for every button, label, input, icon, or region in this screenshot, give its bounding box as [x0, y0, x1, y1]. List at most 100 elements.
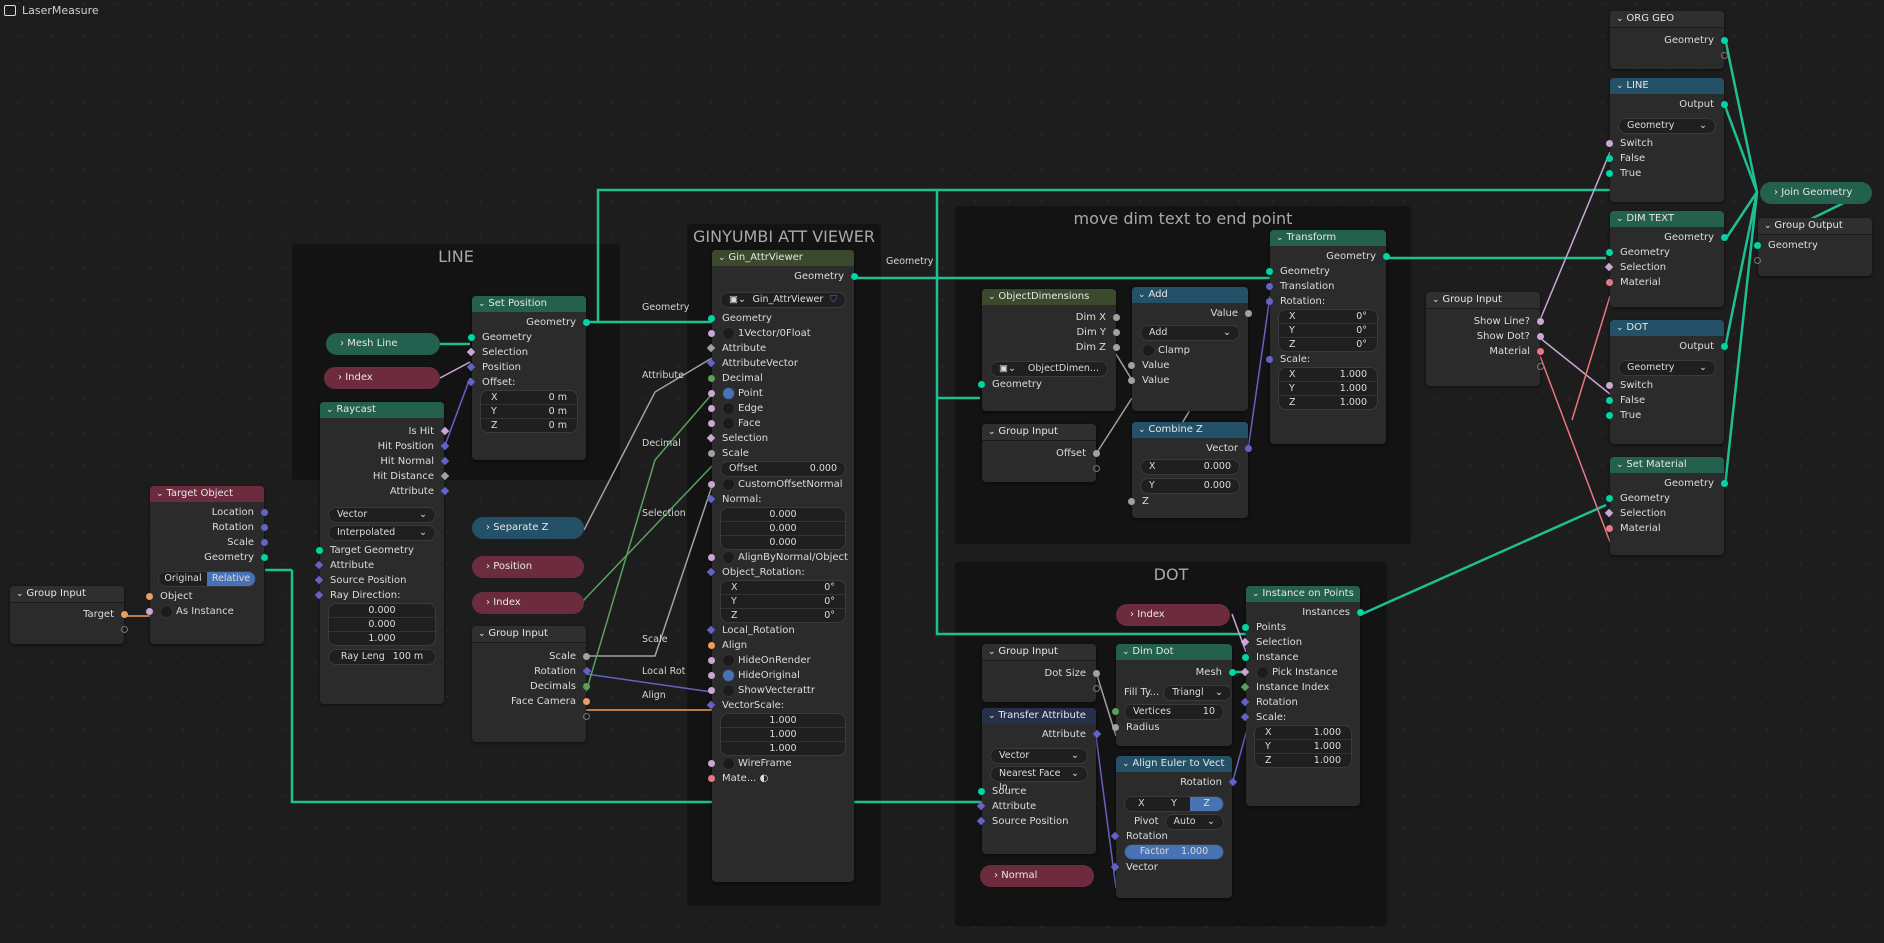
data-type-dropdown[interactable]: Vector — [990, 748, 1088, 764]
socket-face[interactable]: Face — [708, 416, 854, 431]
node-index[interactable]: Index — [472, 592, 584, 614]
operation-dropdown[interactable]: Add — [1140, 325, 1240, 341]
node-target-object[interactable]: Target Object Location Rotation Scale Ge… — [146, 486, 268, 644]
material-ball-icon[interactable]: ◐ — [760, 773, 769, 784]
vertices-field[interactable]: Vertices 10 — [1112, 704, 1224, 720]
node-header: ObjectDimensions — [982, 289, 1116, 305]
transform-space-toggle[interactable]: Original Relative — [158, 571, 256, 587]
node-join-geometry[interactable]: Join Geometry — [1760, 182, 1872, 204]
axis-y[interactable]: Y — [1157, 797, 1191, 811]
object-rotation-field[interactable]: X 0° Y 0° Z 0° — [720, 580, 846, 623]
as-instance-checkbox[interactable] — [160, 604, 173, 618]
socket-show-vecattr[interactable]: ShowVecterattr — [708, 683, 854, 698]
socket-custom-offset[interactable]: CustomOffsetNormal — [708, 477, 854, 492]
socket-as-instance[interactable]: As Instance — [146, 604, 264, 619]
hide-original-checkbox[interactable] — [722, 668, 735, 682]
fake-user-shield-icon[interactable]: ⛉ — [830, 293, 837, 307]
group-selector[interactable]: ▣⌄ Gin_AttrViewer ⛉ — [720, 292, 846, 308]
socket-hide-on-render[interactable]: HideOnRender — [708, 653, 854, 668]
node-set-material[interactable]: Set Material Geometry Geometry Selection… — [1604, 457, 1728, 555]
socket-material: Material — [1426, 344, 1544, 359]
node-org-geo[interactable]: ORG GEO Geometry — [1610, 11, 1728, 69]
socket-show-dot: Show Dot? — [1426, 329, 1544, 344]
factor-field[interactable]: Factor 1.000 — [1124, 844, 1224, 860]
socket-scale: Scale — [150, 535, 268, 550]
frame-viewer-label: GINYUMBI ATT VIEWER — [692, 227, 876, 246]
clamp-checkbox[interactable]: Clamp — [1132, 343, 1248, 358]
socket-is-hit: Is Hit — [320, 424, 450, 439]
socket-wireframe[interactable]: WireFrame — [708, 756, 854, 771]
axis-z[interactable]: Z — [1190, 797, 1223, 811]
node-group-input-dot[interactable]: Group Input Dot Size — [982, 644, 1100, 702]
socket-material: Material — [1606, 521, 1724, 536]
node-group-input-offset[interactable]: Group Input Offset — [982, 424, 1100, 482]
ray-direction-field[interactable]: 0.000 0.000 1.000 — [328, 603, 436, 646]
node-position[interactable]: Position — [472, 556, 584, 578]
node-gin-attr-viewer[interactable]: Gin_AttrViewer Geometry ▣⌄Gin_AttrViewer… — [706, 250, 858, 882]
socket-dot[interactable] — [121, 626, 128, 633]
node-transfer-attribute[interactable]: Transfer Attribute Attribute Vector Near… — [976, 708, 1102, 854]
node-group-output[interactable]: Group Output Geometry — [1754, 218, 1872, 276]
node-separate-z[interactable]: Separate Z — [472, 517, 584, 539]
node-index[interactable]: Index — [324, 367, 440, 389]
node-switch-line[interactable]: LINE Output Geometry Switch False True — [1606, 78, 1728, 202]
node-set-position[interactable]: Set Position Geometry Geometry Selection… — [466, 296, 590, 460]
link-join-setmat — [1723, 191, 1759, 487]
point-checkbox[interactable] — [722, 386, 735, 400]
axis-selector[interactable]: X Y Z — [1124, 796, 1224, 812]
node-add[interactable]: Add Value Add Clamp Value Value — [1128, 287, 1252, 411]
normal-field[interactable]: 0.000 0.000 0.000 — [720, 507, 846, 550]
node-object-dimensions[interactable]: ObjectDimensions Dim X Dim Y Dim Z ▣⌄Obj… — [978, 289, 1120, 411]
socket-hide-original[interactable]: HideOriginal — [708, 668, 854, 683]
socket-edge[interactable]: Edge — [708, 401, 854, 416]
node-group-input-main[interactable]: Group Input Target — [10, 586, 128, 644]
socket-material[interactable]: Mate... ◐ — [708, 771, 854, 786]
node-transform[interactable]: Transform Geometry Geometry Translation … — [1266, 230, 1390, 444]
socket-face-camera: Face Camera — [472, 694, 590, 709]
group-icon: ▣⌄ — [729, 294, 746, 305]
group-selector[interactable]: ▣⌄ ObjectDimen... — [990, 361, 1108, 377]
node-raycast[interactable]: Raycast Is Hit Hit Position Hit Normal H… — [314, 402, 450, 704]
mapping-dropdown[interactable]: Interpolated — [328, 525, 436, 541]
socket-pick-instance[interactable]: Pick Instance — [1240, 665, 1360, 680]
type-dropdown[interactable]: Geometry — [1618, 118, 1716, 134]
node-align-euler-to-vector[interactable]: Align Euler to Vect Rotation X Y Z Pivot… — [1110, 756, 1238, 898]
socket-true: True — [1606, 408, 1724, 423]
reroute-label-geometry: Geometry — [642, 302, 690, 313]
socket-align-by[interactable]: AlignByNormal/Object — [708, 550, 854, 565]
socket-point[interactable]: Point — [708, 386, 854, 401]
node-header: Instance on Points — [1246, 586, 1360, 602]
type-dropdown[interactable]: Geometry — [1618, 360, 1716, 376]
scale-field[interactable]: X 1.000 Y 1.000 Z 1.000 — [1254, 725, 1352, 768]
node-normal[interactable]: Normal — [980, 865, 1094, 887]
node-switch-dot[interactable]: DOT Output Geometry Switch False True — [1606, 320, 1728, 444]
offset-field[interactable]: X0 m Y0 m Z0 m — [480, 390, 578, 433]
x-field[interactable]: X 0.000 — [1140, 459, 1240, 475]
node-mesh-line[interactable]: Mesh Line — [326, 333, 440, 355]
vector-scale-field[interactable]: 1.000 1.000 1.000 — [720, 713, 846, 756]
ray-length-field[interactable]: Ray Leng 100 m — [328, 649, 436, 665]
toggle-relative[interactable]: Relative — [207, 572, 255, 586]
socket-points: Points — [1242, 620, 1360, 635]
node-group-input-viewer[interactable]: Group Input Scale Rotation Decimals Face… — [472, 626, 592, 742]
scale-field[interactable]: X 1.000 Y 1.000 Z 1.000 — [1278, 367, 1378, 410]
data-type-dropdown[interactable]: Vector — [328, 507, 436, 523]
node-combine-z[interactable]: Combine Z Vector X0.000 Y0.000 Z — [1128, 422, 1252, 518]
socket-vector-float[interactable]: 1Vector/0Float — [708, 326, 854, 341]
node-dim-text[interactable]: DIM TEXT Geometry Geometry Selection Mat… — [1604, 211, 1728, 307]
toggle-original[interactable]: Original — [159, 572, 207, 586]
node-group-input-switch[interactable]: Group Input Show Line? Show Dot? Materia… — [1426, 292, 1544, 386]
pivot-dropdown[interactable]: Auto — [1164, 814, 1224, 830]
y-field[interactable]: Y 0.000 — [1140, 478, 1240, 494]
axis-x[interactable]: X — [1125, 797, 1158, 811]
offset-field[interactable]: Offset 0.000 — [720, 461, 846, 477]
reroute-label-local-rot: Local Rot — [642, 666, 686, 677]
mapping-dropdown[interactable]: Nearest Face In... — [990, 766, 1088, 793]
node-instance-on-points[interactable]: Instance on Points Instances Points Sele… — [1240, 586, 1364, 806]
node-dim-dot[interactable]: Dim Dot Mesh Fill Ty...Triangl Vertices1… — [1112, 644, 1236, 746]
rotation-field[interactable]: X 0° Y 0° Z 0° — [1278, 309, 1378, 352]
socket-dot[interactable] — [121, 611, 128, 618]
socket-empty — [1754, 253, 1872, 268]
fill-type-dropdown[interactable]: Triangl — [1163, 685, 1232, 701]
node-index[interactable]: Index — [1116, 604, 1230, 626]
